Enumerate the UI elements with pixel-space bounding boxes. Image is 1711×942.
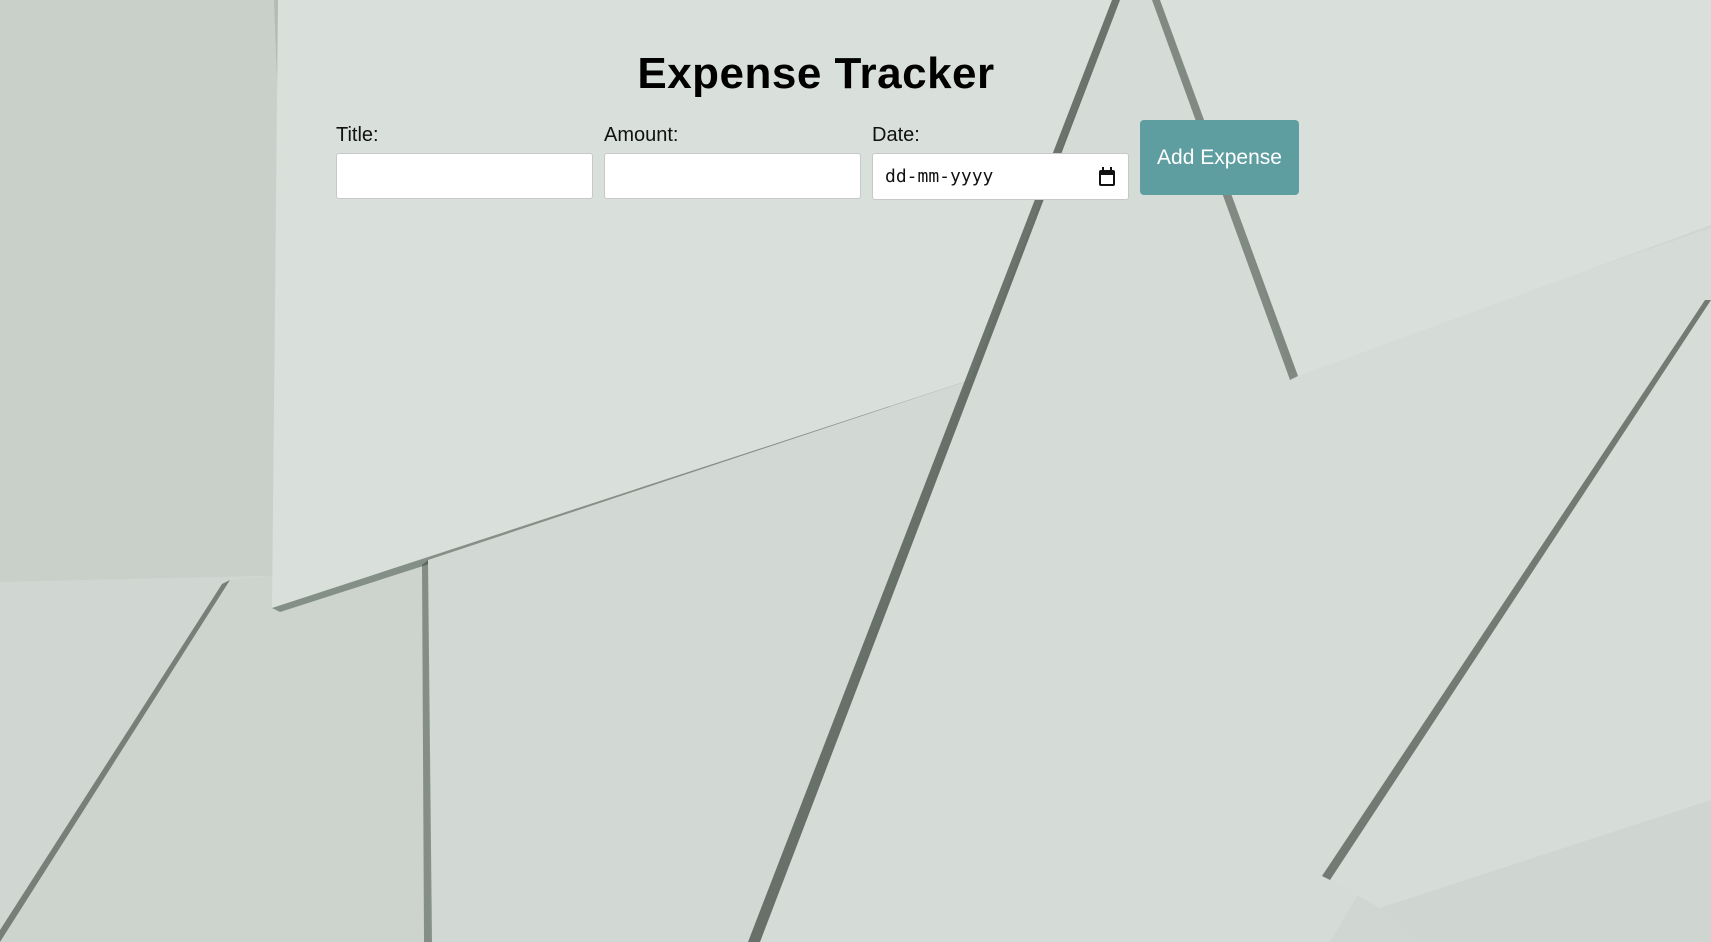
add-expense-button[interactable]: Add Expense: [1140, 120, 1299, 195]
title-input[interactable]: [336, 153, 593, 199]
page-title: Expense Tracker: [637, 49, 995, 98]
date-input[interactable]: dd-mm-yyyy: [872, 153, 1129, 200]
title-label: Title:: [336, 124, 379, 146]
amount-label: Amount:: [604, 124, 679, 146]
title-field-group: Title:: [336, 122, 593, 199]
date-placeholder: dd-mm-yyyy: [885, 166, 994, 187]
calendar-icon[interactable]: [1098, 166, 1116, 187]
date-field-group: Date: dd-mm-yyyy: [872, 122, 1129, 200]
date-label: Date:: [872, 124, 920, 146]
amount-input[interactable]: [604, 153, 861, 199]
amount-field-group: Amount:: [604, 122, 861, 199]
expense-form: Title: Amount: Date: dd-mm-yyyy Add Expe…: [336, 120, 1299, 200]
